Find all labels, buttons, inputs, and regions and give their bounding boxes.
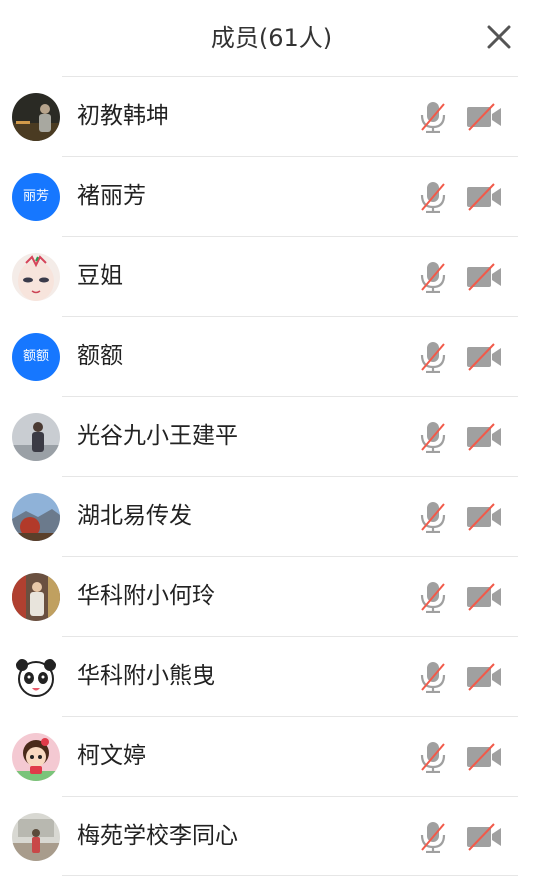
page-title: 成员(61人) bbox=[210, 24, 333, 52]
camera-off-icon[interactable] bbox=[465, 503, 503, 531]
close-icon bbox=[487, 25, 511, 49]
mic-muted-icon[interactable] bbox=[418, 341, 448, 373]
member-row[interactable]: 湖北易传发 bbox=[12, 476, 518, 556]
member-row[interactable]: 华科附小熊曳 bbox=[12, 636, 518, 716]
camera-off-icon[interactable] bbox=[465, 663, 503, 691]
camera-off-icon[interactable] bbox=[465, 743, 503, 771]
member-name: 豆姐 bbox=[77, 263, 123, 289]
camera-off-icon[interactable] bbox=[465, 103, 503, 131]
mic-muted-icon[interactable] bbox=[418, 581, 448, 613]
avatar: 丽芳 bbox=[12, 173, 60, 221]
avatar: 额额 bbox=[12, 333, 60, 381]
member-row[interactable]: 梅苑学校李同心 bbox=[12, 796, 518, 876]
camera-off-icon[interactable] bbox=[465, 343, 503, 371]
mic-muted-icon[interactable] bbox=[418, 661, 448, 693]
member-row[interactable]: 丽芳 褚丽芳 bbox=[12, 156, 518, 236]
mic-muted-icon[interactable] bbox=[418, 741, 448, 773]
avatar bbox=[12, 493, 60, 541]
avatar bbox=[12, 653, 60, 701]
member-name: 褚丽芳 bbox=[77, 183, 146, 209]
member-name: 额额 bbox=[77, 343, 123, 369]
avatar bbox=[12, 253, 60, 301]
camera-off-icon[interactable] bbox=[465, 583, 503, 611]
member-name: 光谷九小王建平 bbox=[77, 423, 238, 449]
camera-off-icon[interactable] bbox=[465, 423, 503, 451]
member-list: 初教韩坤 丽芳 褚丽芳 豆姐 额额 额额 光谷九小王建平 湖北易传发 华科附小何… bbox=[0, 76, 543, 876]
member-row[interactable]: 华科附小何玲 bbox=[12, 556, 518, 636]
avatar bbox=[12, 413, 60, 461]
mic-muted-icon[interactable] bbox=[418, 821, 448, 853]
avatar bbox=[12, 813, 60, 861]
member-row[interactable]: 豆姐 bbox=[12, 236, 518, 316]
members-header: 成员(61人) bbox=[0, 0, 543, 76]
mic-muted-icon[interactable] bbox=[418, 501, 448, 533]
member-row[interactable]: 柯文婷 bbox=[12, 716, 518, 796]
mic-muted-icon[interactable] bbox=[418, 421, 448, 453]
member-row[interactable]: 光谷九小王建平 bbox=[12, 396, 518, 476]
member-row[interactable]: 初教韩坤 bbox=[12, 76, 518, 156]
avatar bbox=[12, 93, 60, 141]
member-name: 初教韩坤 bbox=[77, 103, 169, 129]
mic-muted-icon[interactable] bbox=[418, 261, 448, 293]
mic-muted-icon[interactable] bbox=[418, 181, 448, 213]
member-row[interactable]: 额额 额额 bbox=[12, 316, 518, 396]
close-button[interactable] bbox=[484, 22, 514, 52]
member-name: 梅苑学校李同心 bbox=[77, 823, 238, 849]
member-name: 湖北易传发 bbox=[77, 503, 192, 529]
member-name: 华科附小何玲 bbox=[77, 583, 215, 609]
camera-off-icon[interactable] bbox=[465, 263, 503, 291]
avatar bbox=[12, 733, 60, 781]
member-name: 柯文婷 bbox=[77, 743, 146, 769]
mic-muted-icon[interactable] bbox=[418, 101, 448, 133]
camera-off-icon[interactable] bbox=[465, 183, 503, 211]
avatar bbox=[12, 573, 60, 621]
member-name: 华科附小熊曳 bbox=[77, 663, 215, 689]
camera-off-icon[interactable] bbox=[465, 823, 503, 851]
